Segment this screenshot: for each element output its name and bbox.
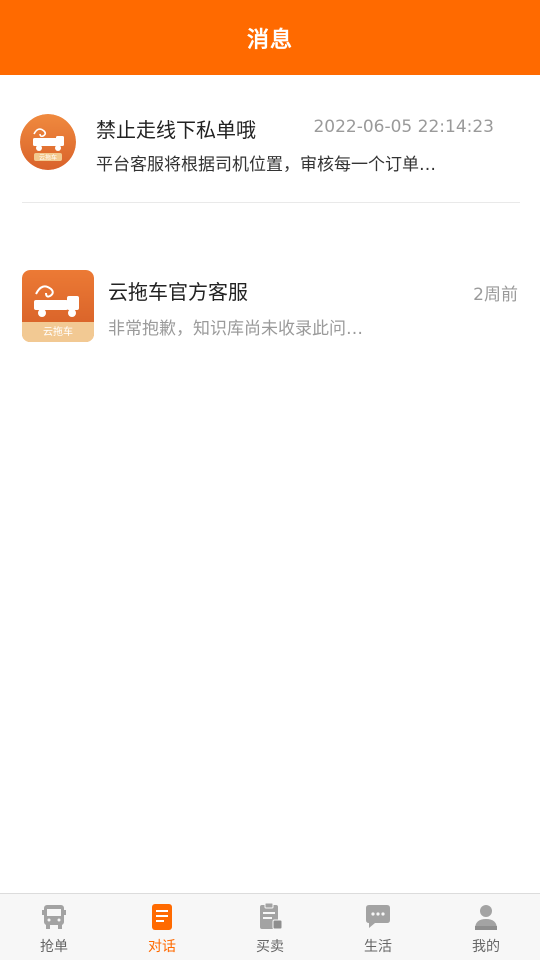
clipboard-icon <box>260 902 283 930</box>
bottom-tab-bar: 抢单 对话 买卖 生活 我的 <box>0 893 540 960</box>
message-preview: 平台客服将根据司机位置，审核每一个订单… <box>96 155 436 175</box>
message-item[interactable]: 云拖车 禁止走线下私单哦 2022-06-05 22:14:23 平台客服将根据… <box>0 100 540 200</box>
message-title: 云拖车官方客服 <box>108 280 248 304</box>
tab-label: 我的 <box>472 939 500 955</box>
tab-label: 买卖 <box>256 939 284 955</box>
avatar-logo-text: 云拖车 <box>39 154 57 162</box>
avatar-logo-text: 云拖车 <box>43 325 73 338</box>
message-preview: 非常抱歉，知识库尚未收录此问… <box>108 319 363 339</box>
person-icon <box>475 905 497 930</box>
document-icon <box>152 904 172 930</box>
page-title: 消息 <box>246 27 293 53</box>
message-time: 2022-06-05 22:14:23 <box>313 117 494 137</box>
tab-label: 对话 <box>148 939 176 955</box>
tab-label: 生活 <box>364 939 392 955</box>
divider <box>22 202 520 203</box>
avatar: 云拖车 <box>22 270 94 342</box>
tab-grab-order[interactable]: 抢单 <box>0 894 108 960</box>
tab-label: 抢单 <box>40 939 68 955</box>
tab-chat[interactable]: 对话 <box>108 894 216 960</box>
bus-icon <box>42 905 66 929</box>
message-title: 禁止走线下私单哦 <box>96 118 256 142</box>
message-item[interactable]: 云拖车 云拖车官方客服 2周前 非常抱歉，知识库尚未收录此问… <box>0 268 540 348</box>
avatar: 云拖车 <box>20 114 76 170</box>
top-bar: 消息 <box>0 0 540 75</box>
message-time: 2周前 <box>473 285 518 305</box>
tab-mine[interactable]: 我的 <box>432 894 540 960</box>
tab-life[interactable]: 生活 <box>324 894 432 960</box>
chat-bubble-icon <box>366 905 390 928</box>
tab-trade[interactable]: 买卖 <box>216 894 324 960</box>
